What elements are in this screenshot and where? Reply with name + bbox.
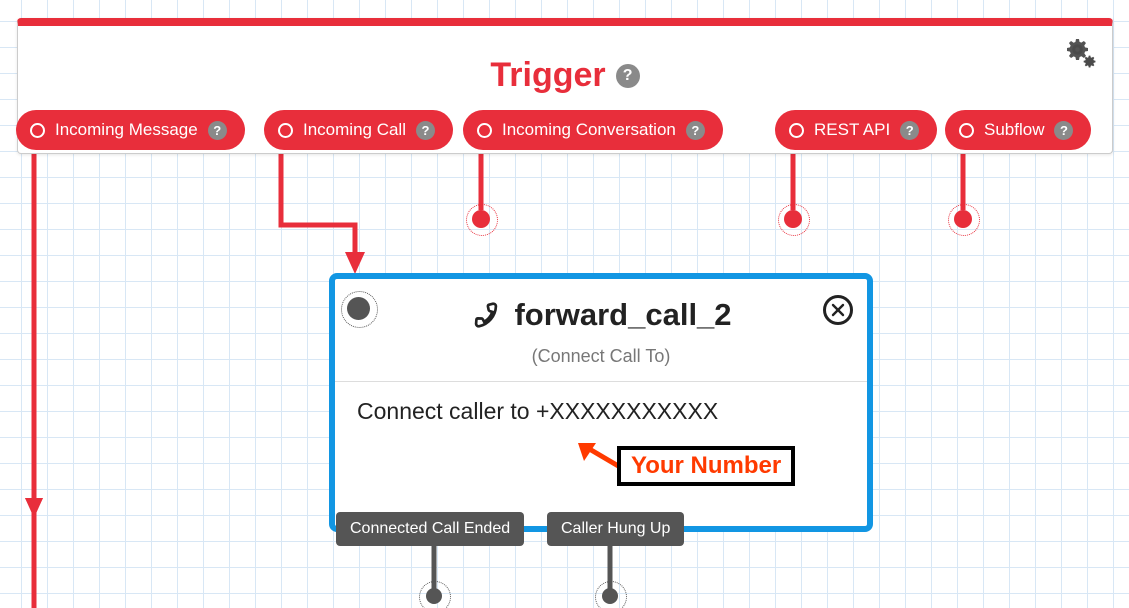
trigger-outlet-label: Incoming Call (303, 120, 406, 140)
widget-card-forward-call[interactable]: forward_call_2 (Connect Call To) Connect… (329, 273, 873, 532)
trigger-outlet-label: REST API (814, 120, 890, 140)
widget-title-text: forward_call_2 (514, 297, 731, 333)
connector-endpoint[interactable] (426, 588, 442, 604)
widget-body-text: Connect caller to +XXXXXXXXXXX (335, 382, 867, 425)
widget-inlet[interactable] (347, 297, 370, 320)
widget-outlet-label: Caller Hung Up (561, 520, 670, 538)
trigger-outlet-incoming-call[interactable]: Incoming Call ? (264, 110, 453, 150)
trigger-title-text: Trigger (490, 56, 605, 95)
help-icon[interactable]: ? (1054, 121, 1073, 140)
connector-endpoint[interactable] (954, 210, 972, 228)
annotation-label: Your Number (617, 446, 795, 486)
flow-canvas[interactable]: Trigger ? Incoming Message ? Incoming Ca… (0, 0, 1129, 608)
outlet-ring-icon (477, 123, 492, 138)
connector-endpoint[interactable] (602, 588, 618, 604)
connector-endpoint[interactable] (472, 210, 490, 228)
outlet-ring-icon (789, 123, 804, 138)
trigger-outlet-incoming-message[interactable]: Incoming Message ? (16, 110, 245, 150)
help-icon[interactable]: ? (208, 121, 227, 140)
trigger-outlet-subflow[interactable]: Subflow ? (945, 110, 1091, 150)
help-icon[interactable]: ? (616, 64, 640, 88)
trigger-outlet-label: Incoming Conversation (502, 120, 676, 140)
phone-icon (470, 299, 502, 331)
close-icon[interactable] (823, 295, 853, 325)
trigger-title: Trigger ? (490, 56, 639, 95)
widget-outlet-label: Connected Call Ended (350, 520, 510, 538)
help-icon[interactable]: ? (686, 121, 705, 140)
outlet-ring-icon (278, 123, 293, 138)
settings-gears-icon[interactable] (1062, 36, 1098, 72)
trigger-outlet-rest-api[interactable]: REST API ? (775, 110, 937, 150)
widget-outlet-caller-hung-up[interactable]: Caller Hung Up (547, 512, 684, 546)
trigger-outlet-incoming-conversation[interactable]: Incoming Conversation ? (463, 110, 723, 150)
widget-outlet-connected-call-ended[interactable]: Connected Call Ended (336, 512, 524, 546)
trigger-outlet-label: Incoming Message (55, 120, 198, 140)
connector-endpoint[interactable] (784, 210, 802, 228)
widget-title: forward_call_2 (470, 297, 731, 333)
help-icon[interactable]: ? (416, 121, 435, 140)
help-icon[interactable]: ? (900, 121, 919, 140)
outlet-ring-icon (30, 123, 45, 138)
outlet-ring-icon (959, 123, 974, 138)
widget-subtitle: (Connect Call To) (335, 346, 867, 367)
trigger-outlet-label: Subflow (984, 120, 1044, 140)
